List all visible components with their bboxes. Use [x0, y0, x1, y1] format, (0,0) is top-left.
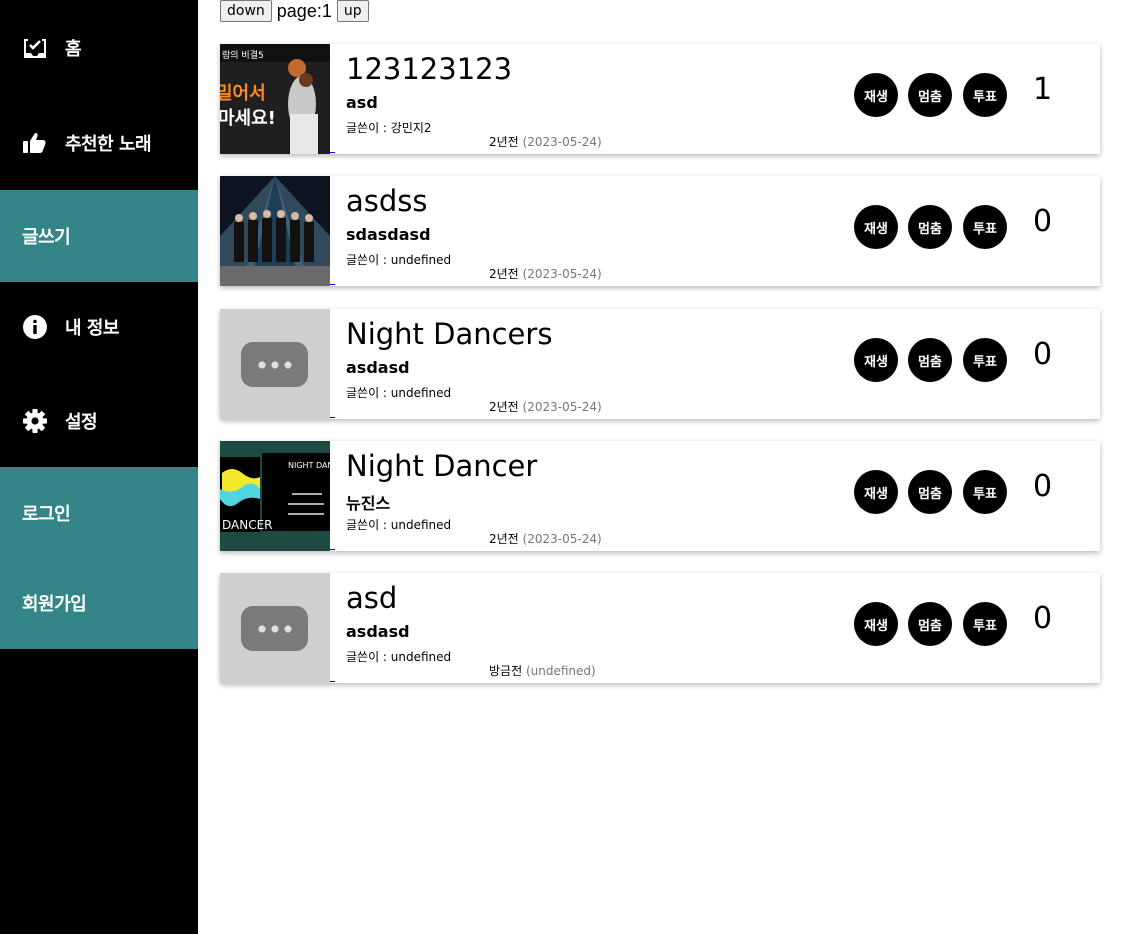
- sidebar-item-label: 회원가입: [22, 594, 87, 615]
- song-title: 123123123: [346, 52, 513, 86]
- post-author: 글쓴이 : undefined: [346, 518, 452, 532]
- post-date: 2년전 (2023-05-24): [489, 530, 602, 547]
- song-title: asdss: [346, 184, 428, 218]
- sidebar-item-settings[interactable]: 설정: [0, 375, 198, 467]
- link-underline: [330, 152, 335, 153]
- play-button[interactable]: 재생: [854, 73, 898, 117]
- sidebar-item-liked-songs[interactable]: 추천한 노래: [0, 97, 198, 189]
- sidebar: 홈 추천한 노래 글쓰기 내 정보 설정 로그인 회원가입: [0, 0, 198, 934]
- post-date: 2년전 (2023-05-24): [489, 398, 602, 415]
- song-card: 람의 비결5 밀어서 마세요! 123123123 asd 글쓴이 : 강민지2…: [220, 44, 1100, 154]
- date-absolute: (2023-05-24): [522, 400, 602, 414]
- date-relative: 방금전: [489, 664, 523, 678]
- link-underline: [330, 284, 335, 285]
- song-title: Night Dancers: [346, 317, 553, 351]
- stop-button[interactable]: 멈춤: [908, 73, 952, 117]
- date-relative: 2년전: [489, 400, 519, 414]
- song-artist: asd: [346, 93, 378, 112]
- sidebar-item-label: 로그인: [22, 504, 71, 525]
- song-card: Night Dancers asdasd 글쓴이 : undefined 2년전…: [220, 309, 1100, 419]
- post-author: 글쓴이 : undefined: [346, 386, 452, 400]
- date-relative: 2년전: [489, 532, 519, 546]
- vote-button[interactable]: 투표: [963, 73, 1007, 117]
- link-underline: [330, 549, 335, 550]
- song-title: asd: [346, 581, 398, 615]
- page-up-button[interactable]: up: [336, 0, 369, 22]
- vote-button[interactable]: 투표: [963, 338, 1007, 382]
- date-relative: 2년전: [489, 267, 519, 281]
- sidebar-item-home[interactable]: 홈: [0, 2, 198, 94]
- vote-count: 1: [1032, 72, 1053, 107]
- page-indicator: page:1: [276, 0, 332, 21]
- gear-icon: [22, 408, 48, 434]
- vote-button[interactable]: 투표: [963, 602, 1007, 646]
- post-author: 글쓴이 : undefined: [346, 253, 452, 267]
- thumbnail-caption: DANCER: [222, 518, 273, 532]
- song-card: asd asdasd 글쓴이 : undefined 방금전 (undefine…: [220, 573, 1100, 683]
- stop-button[interactable]: 멈춤: [908, 470, 952, 514]
- link-underline: [330, 417, 335, 418]
- date-relative: 2년전: [489, 135, 519, 149]
- date-absolute: (2023-05-24): [522, 532, 602, 546]
- play-button[interactable]: 재생: [854, 338, 898, 382]
- thumbnail-caption: 밀어서: [220, 83, 266, 104]
- sidebar-item-label: 설정: [65, 412, 98, 433]
- date-absolute: (2023-05-24): [522, 135, 602, 149]
- vote-count: 0: [1032, 469, 1053, 504]
- song-thumbnail[interactable]: [220, 573, 330, 683]
- sidebar-item-login[interactable]: 로그인: [0, 467, 198, 559]
- song-artist: 뉴진스: [346, 494, 391, 513]
- song-artist: asdasd: [346, 358, 410, 377]
- post-date: 방금전 (undefined): [489, 662, 596, 679]
- date-absolute: (undefined): [525, 664, 596, 678]
- thumbnail-caption: 람의 비결5: [222, 49, 264, 61]
- play-button[interactable]: 재생: [854, 205, 898, 249]
- play-button[interactable]: 재생: [854, 602, 898, 646]
- stop-button[interactable]: 멈춤: [908, 205, 952, 249]
- vote-button[interactable]: 투표: [963, 470, 1007, 514]
- inbox-check-icon: [22, 35, 48, 61]
- post-date: 2년전 (2023-05-24): [489, 133, 602, 150]
- page-down-button[interactable]: down: [220, 0, 272, 22]
- song-artist: asdasd: [346, 622, 410, 641]
- vote-button[interactable]: 투표: [963, 205, 1007, 249]
- song-thumbnail[interactable]: [220, 309, 330, 419]
- song-card: asdss sdasdasd 글쓴이 : undefined 2년전 (2023…: [220, 176, 1100, 286]
- song-thumbnail[interactable]: 람의 비결5 밀어서 마세요!: [220, 44, 330, 154]
- vote-count: 0: [1032, 337, 1053, 372]
- song-thumbnail[interactable]: NIGHT DAN DANCER: [220, 441, 330, 551]
- song-title: Night Dancer: [346, 449, 538, 483]
- post-date: 2년전 (2023-05-24): [489, 265, 602, 282]
- song-card: NIGHT DAN DANCER Night Dancer 뉴진스 글쓴이 : …: [220, 441, 1100, 551]
- link-underline: [330, 681, 335, 682]
- sidebar-item-label: 글쓰기: [22, 227, 71, 248]
- thumbs-up-icon: [22, 130, 48, 156]
- sidebar-item-my-info[interactable]: 내 정보: [0, 281, 198, 373]
- song-thumbnail[interactable]: [220, 176, 330, 286]
- thumbnail-caption: 마세요!: [220, 108, 276, 129]
- pagination: down page:1 up: [220, 0, 369, 22]
- sidebar-item-label: 내 정보: [65, 318, 119, 339]
- vote-count: 0: [1032, 204, 1053, 239]
- stop-button[interactable]: 멈춤: [908, 338, 952, 382]
- vote-count: 0: [1032, 601, 1053, 636]
- sidebar-item-label: 추천한 노래: [65, 134, 152, 155]
- sidebar-item-write[interactable]: 글쓰기: [0, 190, 198, 282]
- post-author: 글쓴이 : 강민지2: [346, 121, 432, 135]
- stop-button[interactable]: 멈춤: [908, 602, 952, 646]
- thumbnail-caption: NIGHT DAN: [288, 461, 330, 470]
- song-artist: sdasdasd: [346, 225, 431, 244]
- date-absolute: (2023-05-24): [522, 267, 602, 281]
- post-author: 글쓴이 : undefined: [346, 650, 452, 664]
- play-button[interactable]: 재생: [854, 470, 898, 514]
- sidebar-item-label: 홈: [65, 39, 82, 60]
- info-circle-icon: [22, 314, 48, 340]
- sidebar-item-signup[interactable]: 회원가입: [0, 557, 198, 649]
